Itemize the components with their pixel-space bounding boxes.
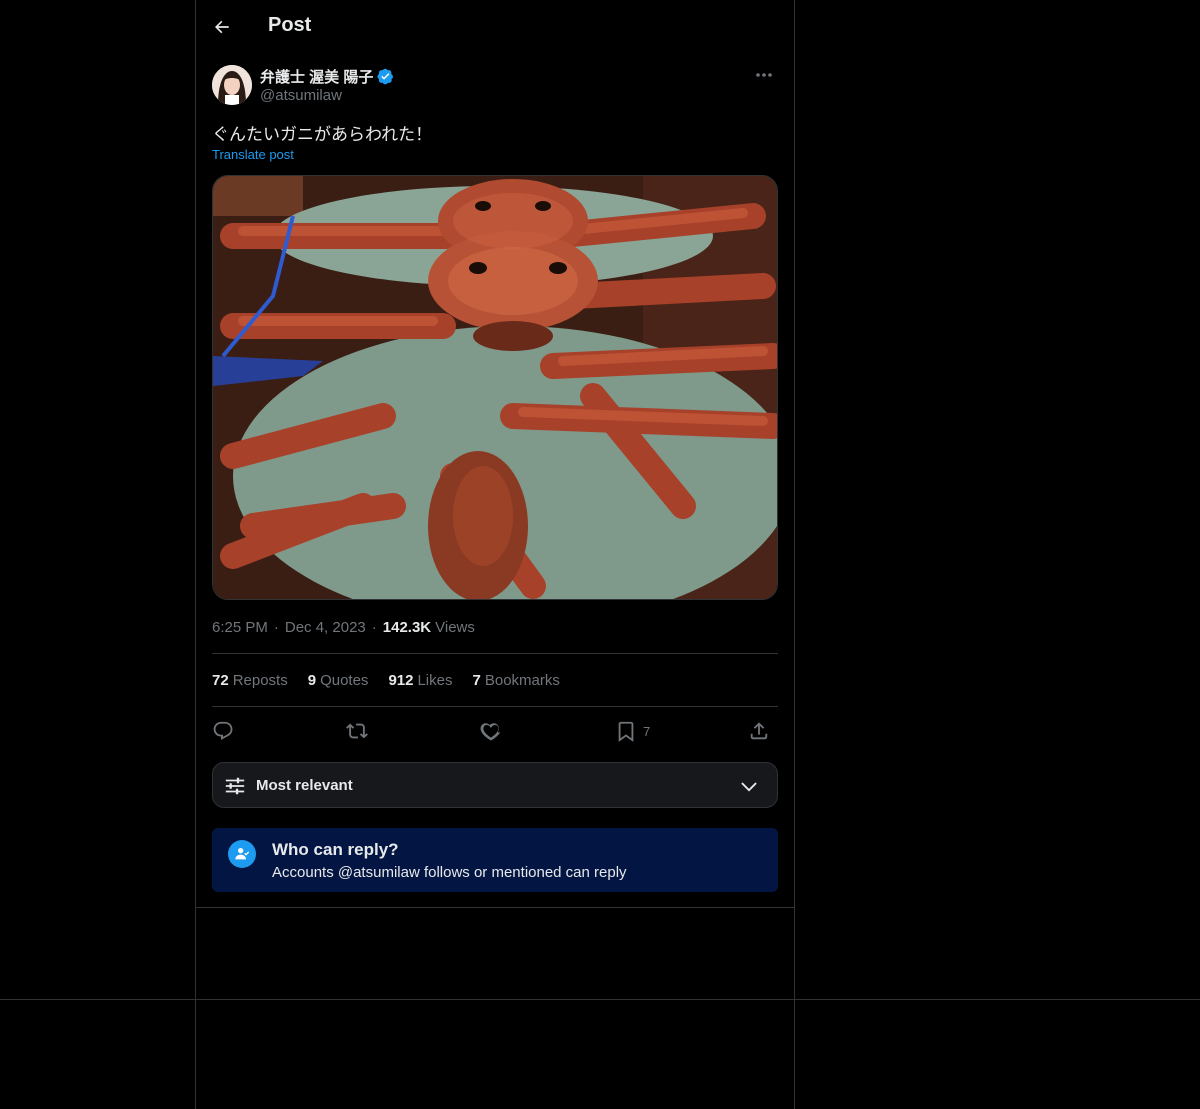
crab-photo xyxy=(213,176,777,599)
page-title: Post xyxy=(268,14,312,36)
post-meta: 6:25 PM · Dec 4, 2023 · 142.3K Views xyxy=(212,619,475,636)
reply-sort-dropdown[interactable]: Most relevant xyxy=(212,762,778,808)
separator-dot: · xyxy=(273,619,279,636)
engagement-stats: 72 Reposts 9 Quotes 912 Likes 7 Bookmarks xyxy=(212,672,560,689)
views-count: 142.3K xyxy=(382,619,432,636)
translate-post-link[interactable]: Translate post xyxy=(212,147,294,162)
repost-button[interactable] xyxy=(346,717,368,745)
who-can-reply-title: Who can reply? xyxy=(272,840,399,859)
verified-badge-icon xyxy=(377,68,394,85)
bookmark-count: 7 xyxy=(643,723,651,739)
repost-icon xyxy=(346,723,368,739)
post-text: ぐんたいガニがあらわれた！ xyxy=(212,125,433,144)
share-icon xyxy=(750,722,768,740)
post-detail: Post 弁護士 渥美 陽子 @atsumilaw ぐんたいガニがあらわれた！ … xyxy=(196,0,794,908)
back-button[interactable] xyxy=(206,11,238,43)
share-button[interactable] xyxy=(748,717,770,745)
stat-likes[interactable]: 912 Likes xyxy=(388,672,452,689)
who-can-reply-subtitle: Accounts @atsumilaw follows or mentioned… xyxy=(272,864,627,881)
bookmark-icon xyxy=(618,721,634,742)
divider xyxy=(212,706,778,707)
divider xyxy=(212,653,778,654)
separator-dot: · xyxy=(371,619,377,636)
sliders-icon xyxy=(225,777,245,795)
post-image[interactable] xyxy=(212,175,778,600)
post-date[interactable]: Dec 4, 2023 xyxy=(285,619,366,636)
like-button[interactable] xyxy=(480,717,502,745)
reply-button[interactable] xyxy=(212,717,234,745)
author-handle[interactable]: @atsumilaw xyxy=(260,87,342,104)
chevron-down-icon xyxy=(741,782,757,792)
bookmark-button[interactable]: 7 xyxy=(615,717,650,745)
stat-reposts[interactable]: 72 Reposts xyxy=(212,672,288,689)
sort-label: Most relevant xyxy=(256,777,353,794)
author-name-row[interactable]: 弁護士 渥美 陽子 xyxy=(260,66,394,87)
post-time[interactable]: 6:25 PM xyxy=(212,619,268,636)
author-name: 弁護士 渥美 陽子 xyxy=(260,69,374,86)
more-horizontal-icon xyxy=(756,73,772,77)
more-options-button[interactable] xyxy=(750,65,778,85)
avatar[interactable] xyxy=(212,65,252,105)
post-author: 弁護士 渥美 陽子 @atsumilaw xyxy=(212,65,778,107)
stat-quotes[interactable]: 9 Quotes xyxy=(308,672,369,689)
person-check-icon xyxy=(228,840,256,868)
right-column-border xyxy=(794,0,795,1109)
top-bar: Post xyxy=(196,0,794,53)
arrow-left-icon xyxy=(215,20,229,34)
bottom-divider xyxy=(0,999,1200,1000)
heart-icon xyxy=(480,723,501,741)
reply-icon xyxy=(213,721,233,740)
stat-bookmarks[interactable]: 7 Bookmarks xyxy=(473,672,560,689)
views-label: Views xyxy=(435,619,475,636)
avatar-image xyxy=(212,65,252,105)
action-bar: 7 xyxy=(212,717,778,745)
who-can-reply-notice: Who can reply? Accounts @atsumilaw follo… xyxy=(212,828,778,892)
